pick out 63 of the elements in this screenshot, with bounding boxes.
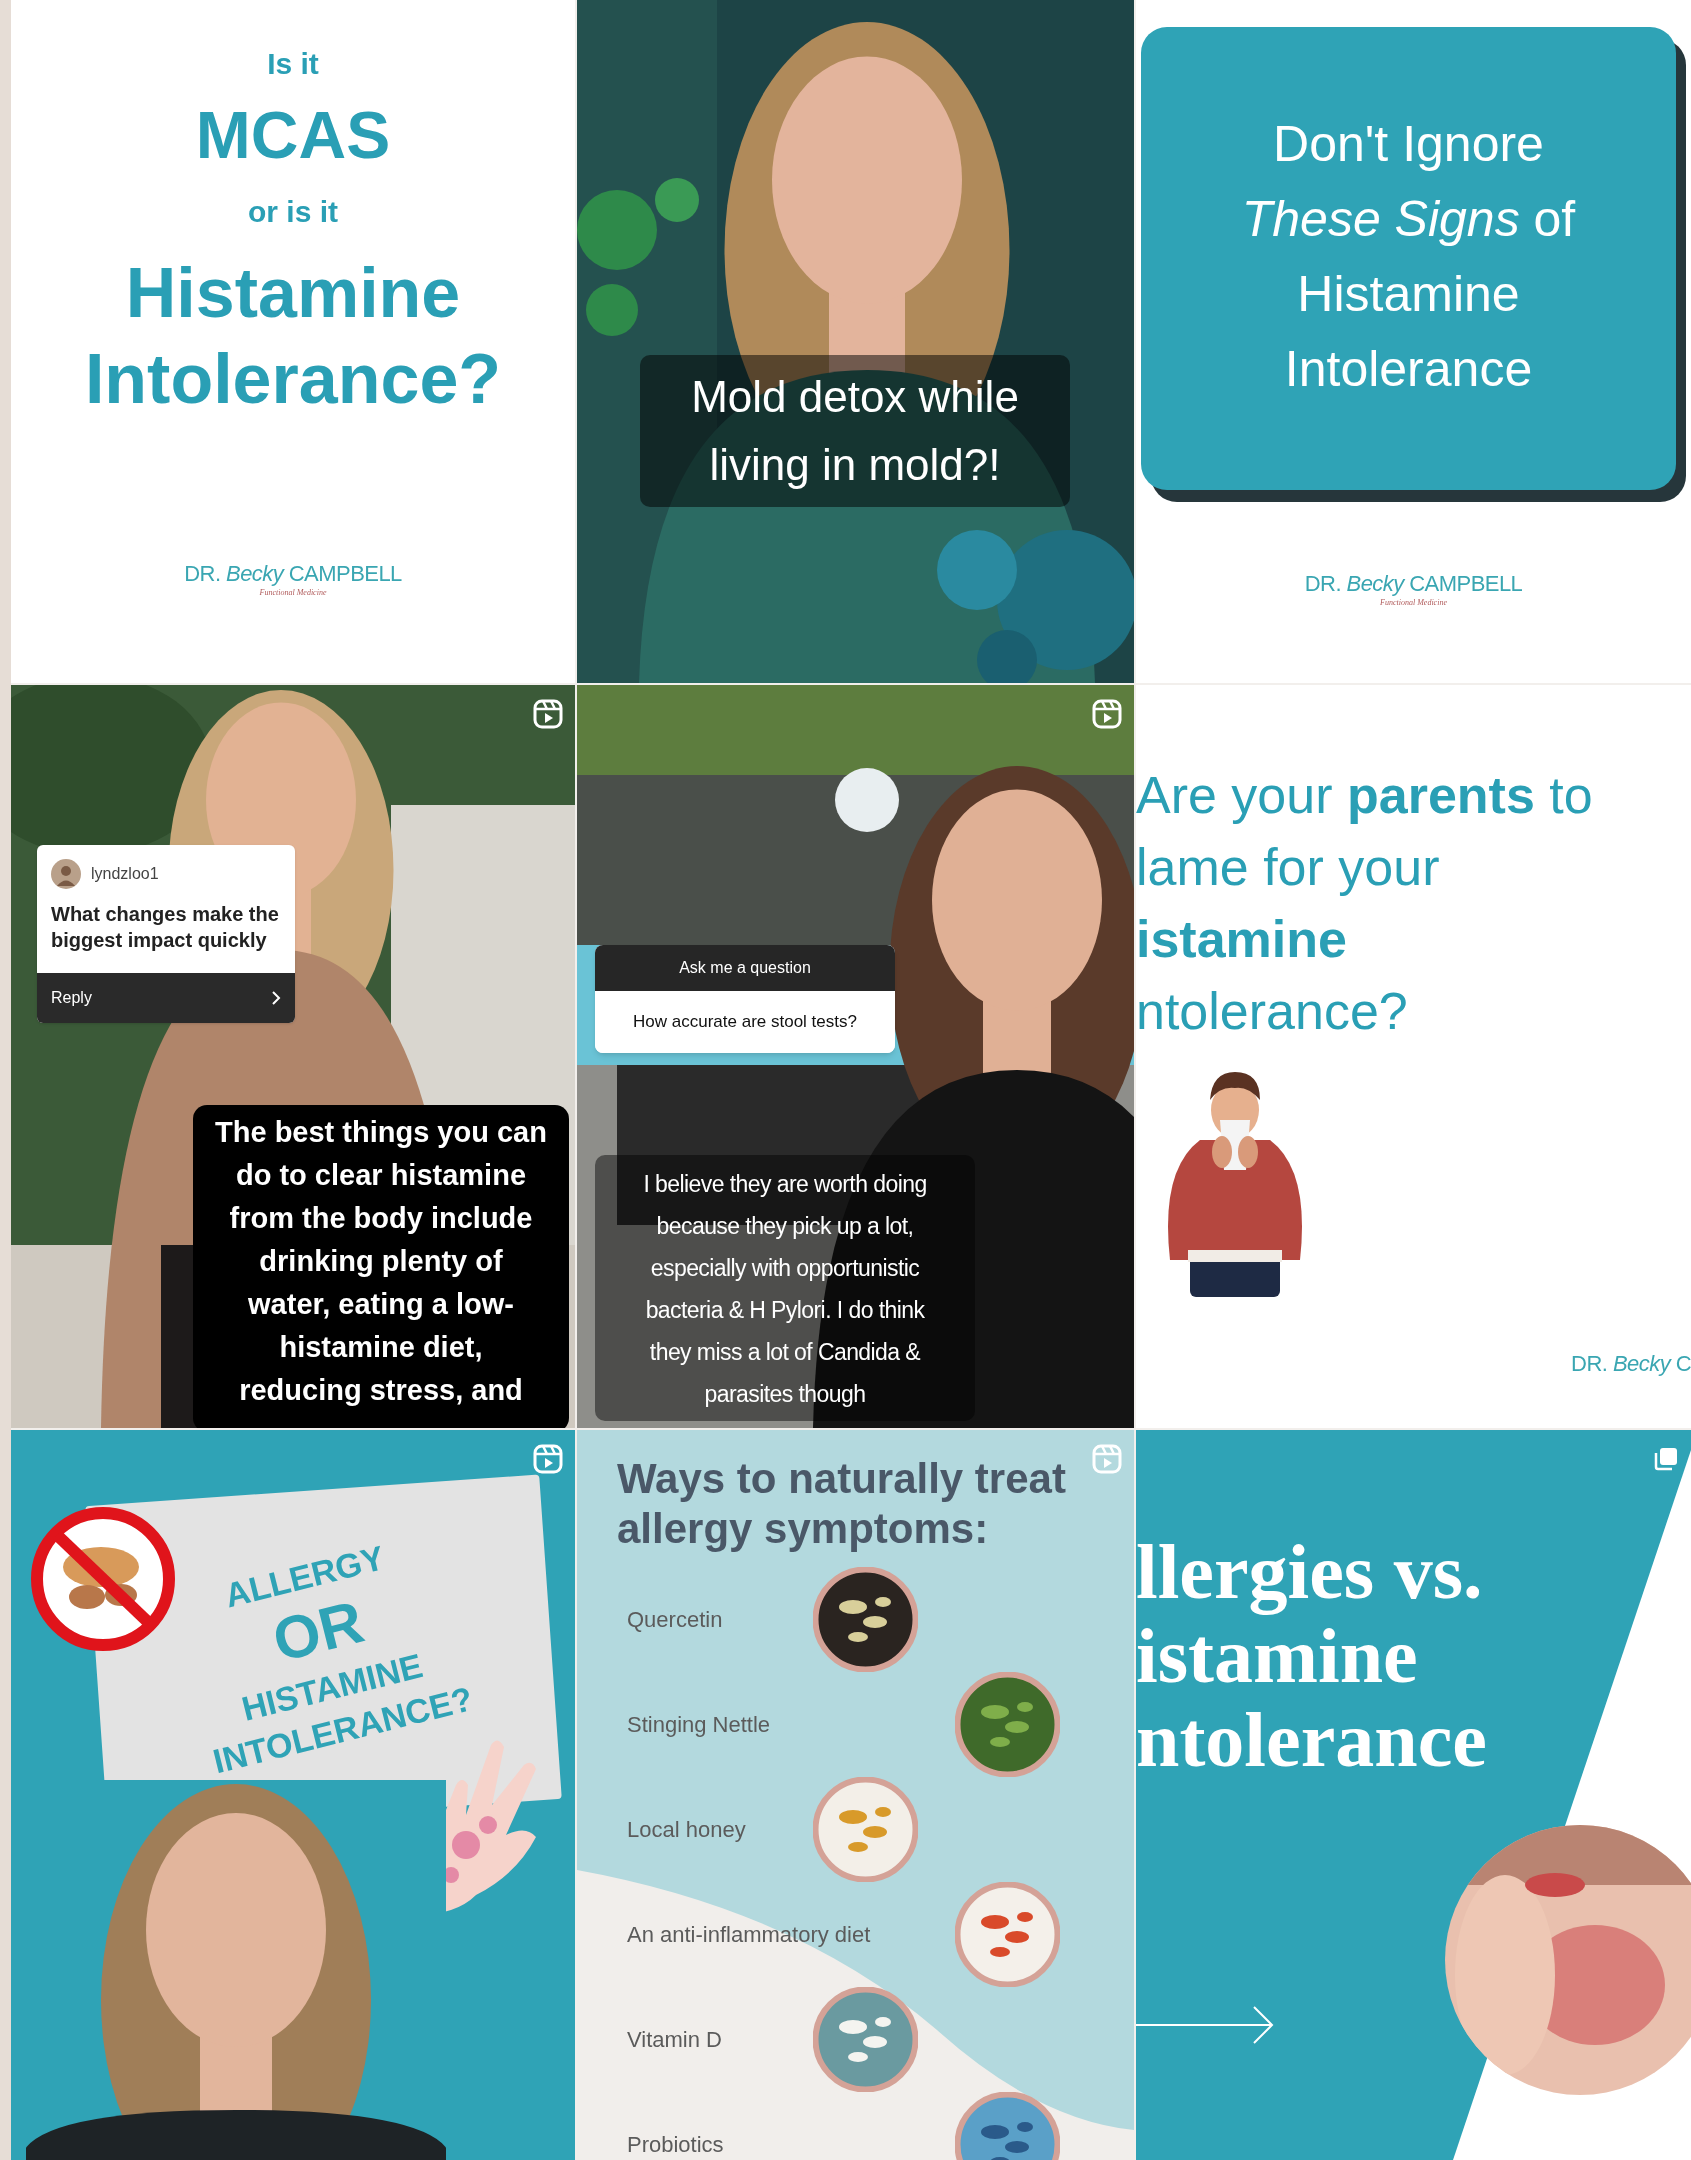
- list-item: Probiotics: [627, 2131, 724, 2159]
- caption-text: they miss a lot of Candida &: [649, 1338, 921, 1367]
- post-tile[interactable]: Don't Ignore These Signs of Histamine Intolerance DR. Becky CAMPBELL Functional Medicine: [1136, 0, 1691, 683]
- avatar-icon: [51, 859, 81, 889]
- caption-text: drinking plenty of: [259, 1244, 503, 1279]
- caption-text: parasites though: [704, 1380, 866, 1409]
- reel-icon: [1092, 699, 1122, 729]
- logo-text: DR. Becky CAMPBELL: [1304, 570, 1523, 598]
- caption-text: because they pick up a lot,: [656, 1212, 914, 1241]
- caption-text: The best things you can: [215, 1115, 547, 1150]
- reel-icon: [533, 699, 563, 729]
- logo-tagline: Functional Medicine: [1380, 598, 1447, 608]
- username: lyndzloo1: [91, 864, 159, 884]
- reel-icon: [1092, 1444, 1122, 1474]
- heading-text: llergies vs.: [1136, 1530, 1484, 1614]
- banner-text: Histamine: [1297, 265, 1520, 324]
- chevron-icon: [271, 990, 281, 1006]
- post-title: Intolerance?: [84, 339, 502, 420]
- question-text: How accurate are stool tests?: [595, 991, 895, 1053]
- arrow-icon: [1136, 2005, 1276, 2045]
- post-title: MCAS: [195, 100, 391, 170]
- caption-text: reducing stress, and: [239, 1373, 523, 1408]
- post-tile[interactable]: Ways to naturally treat allergy symptoms: Quercetin Stinging Nettle Local honey An anti-inflammatory diet Vitamin D Probiotics: [577, 1430, 1134, 2160]
- caption-text: from the body include: [229, 1201, 533, 1236]
- caption-text: histamine diet,: [279, 1330, 483, 1365]
- post-text: Is it: [267, 46, 319, 82]
- reply-button[interactable]: Reply: [37, 973, 295, 1023]
- heading-text: ntolerance?: [1136, 981, 1408, 1042]
- caption-text: water, eating a low-: [248, 1287, 514, 1322]
- reel-icon: [533, 1444, 563, 1474]
- heading-text: istamine: [1136, 1614, 1419, 1698]
- post-tile[interactable]: Is it MCAS or is it Histamine Intolerance? DR. Becky CAMPBELL Functional Medicine: [11, 0, 575, 683]
- post-title: Histamine: [125, 253, 461, 334]
- list-item: Quercetin: [627, 1606, 723, 1634]
- logo-text: DR. Becky CAMPBELL: [184, 560, 402, 588]
- heading-text: Are your parents to: [1136, 765, 1593, 826]
- banner-text: Don't Ignore: [1273, 115, 1544, 174]
- caption-text: especially with opportunistic: [650, 1254, 920, 1283]
- caption-text: living in mold?!: [709, 439, 1001, 491]
- no-peanut-icon: [29, 1505, 177, 1653]
- caption-text: do to clear histamine: [235, 1158, 527, 1193]
- caption-text: I believe they are worth doing: [643, 1170, 927, 1199]
- caption-text: Mold detox while: [691, 371, 1019, 423]
- heading-text: lame for your: [1136, 837, 1440, 898]
- logo-text: DR. Becky C: [1571, 1350, 1691, 1378]
- question-text: What changes make the biggest impact quickly: [50, 902, 280, 953]
- heading-text: istamine: [1136, 909, 1347, 970]
- post-text: or is it: [248, 194, 338, 230]
- question-prompt: Ask me a question: [595, 945, 895, 991]
- list-item: Vitamin D: [627, 2026, 722, 2054]
- list-title: allergy symptoms:: [617, 1504, 990, 1554]
- caption-text: bacteria & H Pylori. I do think: [645, 1296, 925, 1325]
- banner-text: Intolerance: [1284, 340, 1533, 399]
- post-tile[interactable]: Are your parents to lame for your istamine ntolerance? DR. Becky C: [1136, 685, 1691, 1428]
- heading-text: ntolerance: [1136, 1698, 1487, 1782]
- banner-text: These Signs of: [1241, 190, 1576, 249]
- carousel-icon: [1653, 1446, 1679, 1472]
- post-tile[interactable]: llergies vs. istamine ntolerance: [1136, 1430, 1691, 2160]
- logo-tagline: Functional Medicine: [259, 588, 327, 598]
- list-item: Local honey: [627, 1816, 746, 1844]
- list-title: Ways to naturally treat: [617, 1454, 1066, 1504]
- list-item: An anti-inflammatory diet: [627, 1921, 871, 1949]
- list-item: Stinging Nettle: [627, 1711, 771, 1739]
